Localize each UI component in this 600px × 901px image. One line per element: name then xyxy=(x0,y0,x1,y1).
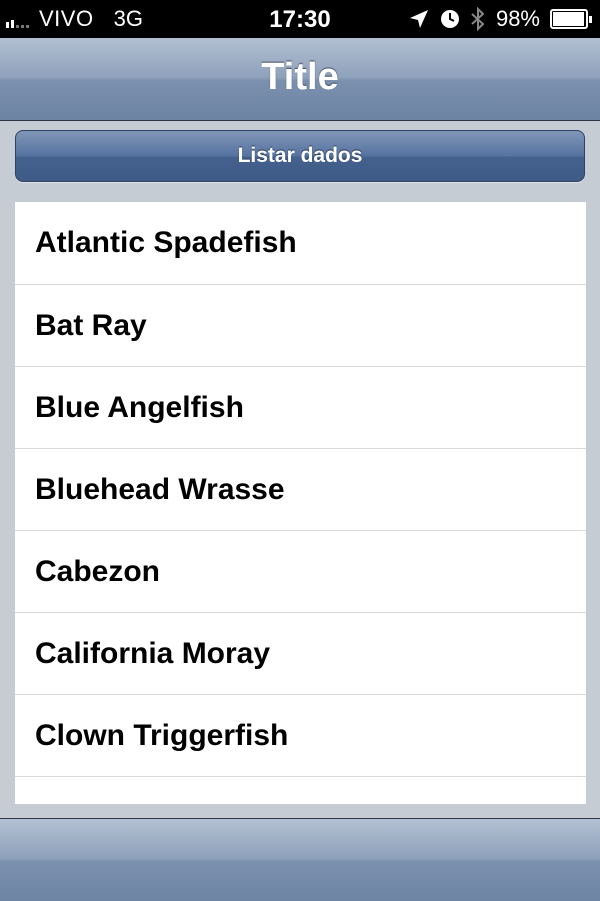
list-item[interactable]: Bat Ray xyxy=(15,285,586,367)
status-right: 98% xyxy=(408,6,592,32)
bluetooth-icon xyxy=(471,7,485,31)
location-arrow-icon xyxy=(409,10,428,28)
list-item[interactable]: California Moray xyxy=(15,613,586,695)
list-item[interactable]: Clown Triggerfish xyxy=(15,695,586,777)
carrier-name: VIVO xyxy=(39,6,94,31)
battery-percentage: 98% xyxy=(495,6,540,31)
navigation-bar: Title xyxy=(0,38,600,121)
bottom-toolbar xyxy=(0,818,600,901)
signal-strength-icon xyxy=(6,10,29,28)
status-left: VIVO 3G xyxy=(6,6,143,32)
list-item[interactable]: Cabezon xyxy=(15,531,586,613)
list-item[interactable]: Blue Angelfish xyxy=(15,367,586,449)
battery-icon xyxy=(550,9,592,29)
list-data-button[interactable]: Listar dados xyxy=(15,130,585,182)
page-title: Title xyxy=(261,56,339,98)
list-item[interactable] xyxy=(15,777,586,804)
alarm-clock-icon xyxy=(440,10,459,28)
status-bar: VIVO 3G 17:30 98% xyxy=(0,0,600,38)
fish-list: Atlantic Spadefish Bat Ray Blue Angelfish B… xyxy=(15,202,586,804)
network-type: 3G xyxy=(113,6,143,31)
list-item[interactable]: Bluehead Wrasse xyxy=(15,449,586,531)
list-item[interactable]: Atlantic Spadefish xyxy=(15,202,586,285)
